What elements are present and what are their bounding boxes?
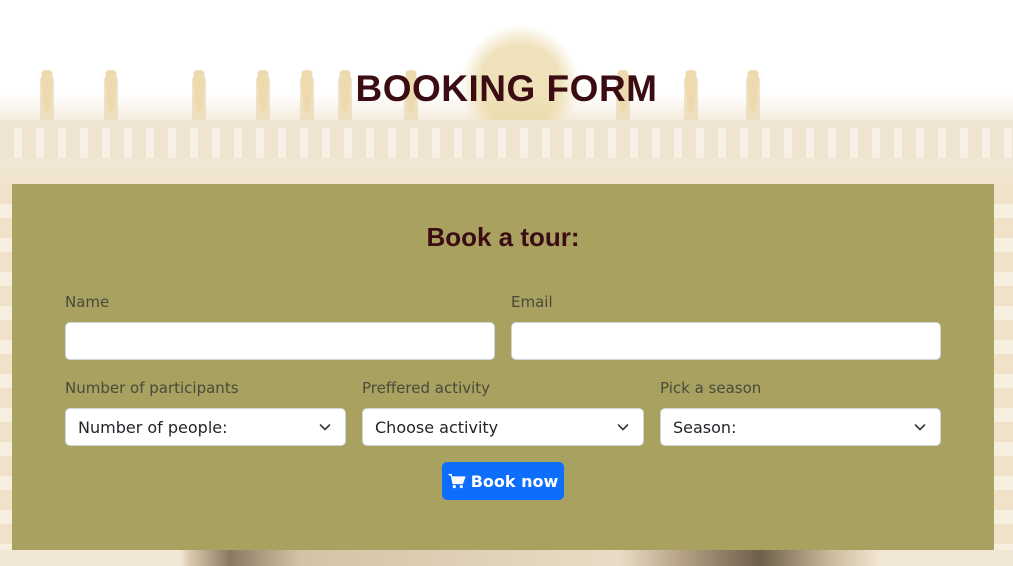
- form-heading: Book a tour:: [426, 222, 580, 252]
- participants-select[interactable]: Number of people:: [65, 408, 346, 446]
- chevron-down-icon: [617, 424, 629, 431]
- facade-bottom: [0, 550, 1013, 566]
- email-field[interactable]: [511, 322, 941, 360]
- season-label: Pick a season: [660, 379, 762, 397]
- activity-select[interactable]: Choose activity: [362, 408, 644, 446]
- book-now-label: Book now: [470, 471, 559, 491]
- activity-select-value: Choose activity: [375, 417, 499, 437]
- booking-form: Book a tour: Name Email Number of partic…: [12, 184, 994, 550]
- book-now-button[interactable]: Book now: [442, 462, 564, 500]
- facade-edge: [994, 184, 1013, 550]
- facade-edge: [0, 184, 12, 550]
- participants-label: Number of participants: [65, 379, 239, 397]
- cornice: [0, 120, 1013, 128]
- participants-select-value: Number of people:: [78, 417, 228, 437]
- name-field[interactable]: [65, 322, 495, 360]
- chevron-down-icon: [914, 424, 926, 431]
- activity-label: Preffered activity: [362, 379, 491, 397]
- season-select-value: Season:: [673, 417, 737, 437]
- balustrade: [0, 128, 1013, 158]
- page-title: BOOKING FORM: [355, 68, 658, 109]
- name-label: Name: [65, 293, 110, 311]
- season-select[interactable]: Season:: [660, 408, 941, 446]
- cart-icon: [448, 473, 466, 489]
- email-label: Email: [511, 293, 553, 311]
- cornice: [0, 158, 1013, 168]
- chevron-down-icon: [319, 424, 331, 431]
